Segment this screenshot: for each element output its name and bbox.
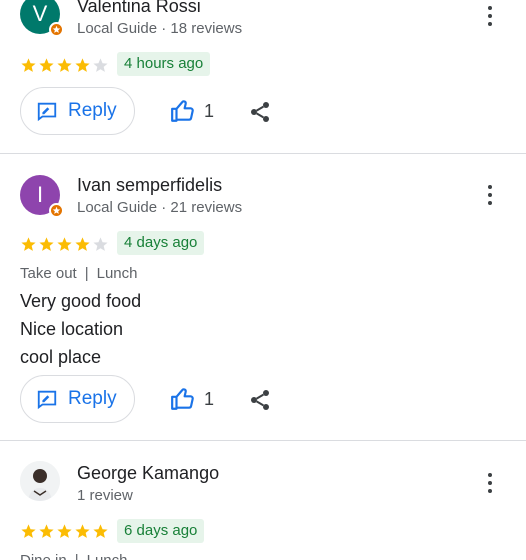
visit-details: Take out | Lunch [20,265,138,282]
meal-type: Lunch [87,552,128,560]
reviewer-name[interactable]: Valentina Rossi [77,0,201,17]
star-icon [93,524,108,538]
share-button[interactable] [248,388,272,412]
like-count: 1 [204,388,215,409]
like-button[interactable]: 1 [170,98,214,124]
reviewer-subtitle[interactable]: Local Guide · 18 reviews [77,20,242,37]
review-card: George Kamango 1 review 6 days ago Dine … [0,441,526,560]
share-icon [251,102,269,122]
thumb-up-icon [171,100,194,122]
review-time: 4 days ago [117,231,205,255]
star-icon [57,237,72,251]
review-time: 6 days ago [117,519,205,543]
more-options-button[interactable] [478,2,502,30]
reviewer-name[interactable]: George Kamango [77,463,219,484]
star-icon [75,524,90,538]
reviewer-subtitle[interactable]: 1 review [77,487,133,504]
avatar[interactable] [20,461,60,501]
avatar-letter: V [32,1,48,26]
star-icon [57,524,72,538]
share-button[interactable] [248,100,272,124]
reply-button[interactable]: Reply [20,375,135,423]
reply-button[interactable]: Reply [20,87,135,135]
reviewer-name[interactable]: Ivan semperfidelis [77,175,222,196]
review-text: Very good food Nice location cool place [20,287,141,371]
review-text-line: Nice location [20,319,124,339]
reply-label: Reply [68,100,117,121]
review-text-line: Very good food [20,291,142,311]
avatar[interactable]: V [20,0,64,37]
more-options-button[interactable] [478,181,502,209]
star-icon [39,524,54,538]
service-type: Take out [20,265,77,282]
star-icon [93,237,108,251]
reply-edit-icon [37,390,57,410]
thumb-up-icon [171,388,194,410]
avatar-letter: I [36,182,44,207]
star-rating [20,57,109,74]
more-options-button[interactable] [478,469,502,497]
star-icon [21,524,36,538]
review-text-line: cool place [20,347,102,367]
star-icon [75,237,90,251]
star-icon [75,58,90,72]
avatar[interactable]: I [20,175,64,218]
star-icon [21,58,36,72]
star-icon [21,237,36,251]
reply-edit-icon [37,102,57,122]
review-card: V Valentina Rossi Local Guide · 18 revie… [0,0,526,153]
reviewer-subtitle[interactable]: Local Guide · 21 reviews [77,199,242,216]
star-icon [93,58,108,72]
meal-type: Lunch [96,265,138,282]
review-time: 4 hours ago [117,52,211,76]
like-count: 1 [204,100,215,121]
reply-label: Reply [68,388,117,409]
star-icon [39,58,54,72]
local-guide-badge-icon [49,203,64,218]
star-rating [20,236,109,253]
visit-details: Dine in|Lunch [20,552,127,560]
service-type: Dine in [20,552,67,560]
share-icon [251,390,269,410]
star-icon [57,58,72,72]
star-rating [20,523,109,540]
star-icon [39,237,54,251]
like-button[interactable]: 1 [170,386,214,412]
avatar-photo [20,461,60,501]
review-card: I Ivan semperfidelis Local Guide · 21 re… [0,154,526,440]
local-guide-badge-icon [49,22,64,37]
